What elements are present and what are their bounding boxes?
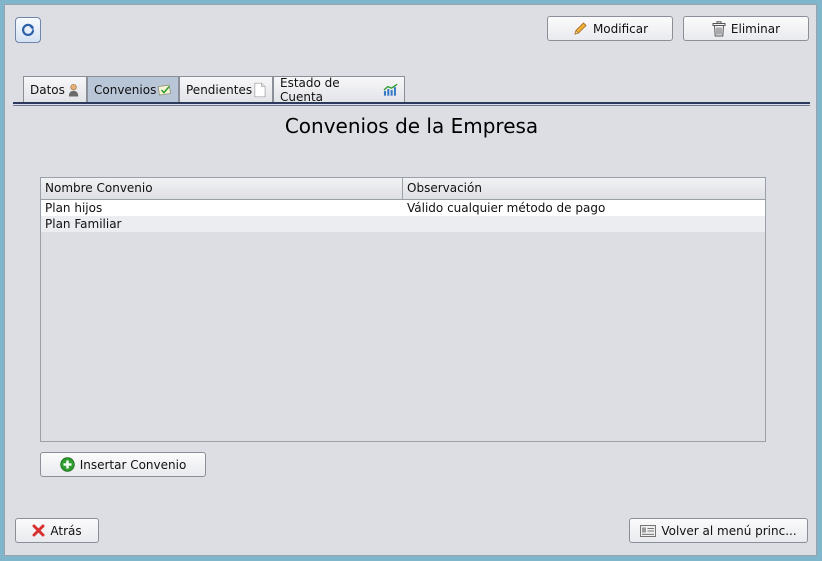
tab-datos[interactable]: Datos — [23, 76, 87, 102]
close-x-icon — [32, 524, 45, 537]
delete-button[interactable]: Eliminar — [683, 16, 809, 41]
person-icon — [68, 83, 79, 97]
modify-button[interactable]: Modificar — [547, 16, 673, 41]
back-button-label: Atrás — [50, 523, 82, 538]
agreement-icon — [158, 84, 172, 95]
table-cell-nombre: Plan hijos — [45, 201, 103, 215]
tab-estado-de-cuenta[interactable]: Estado de Cuenta — [273, 75, 405, 104]
modify-button-label: Modificar — [592, 21, 649, 36]
tab-convenios[interactable]: Convenios — [87, 76, 179, 102]
id-card-icon — [640, 524, 657, 537]
column-header-observacion[interactable]: Observación — [403, 178, 765, 199]
main-menu-button[interactable]: Volver al menú princ... — [629, 518, 808, 543]
delete-button-label: Eliminar — [730, 21, 781, 36]
trash-icon — [712, 20, 726, 36]
panel-title: Convenios de la Empresa — [284, 114, 539, 138]
tab-pendientes[interactable]: Pendientes — [179, 76, 273, 102]
table-header: Nombre Convenio Observación — [41, 178, 765, 200]
back-button[interactable]: Atrás — [15, 518, 99, 543]
main-window: Modificar Eliminar Datos Convenios Pendi… — [4, 4, 817, 556]
agreements-table: Nombre Convenio Observación Plan hijos V… — [40, 177, 766, 442]
table-cell-observacion — [403, 216, 407, 232]
table-row[interactable]: Plan hijos Válido cualquier método de pa… — [41, 200, 765, 216]
table-cell-observacion: Válido cualquier método de pago — [407, 201, 606, 215]
tab-estado-de-cuenta-label: Estado de Cuenta — [280, 75, 340, 104]
refresh-button[interactable] — [15, 17, 41, 43]
chart-icon — [383, 83, 398, 96]
pencil-icon — [574, 21, 587, 35]
tab-convenios-label: Convenios — [94, 82, 157, 97]
refresh-icon — [22, 23, 35, 36]
tab-divider — [13, 102, 810, 104]
document-icon — [254, 82, 266, 97]
table-cell-nombre: Plan Familiar — [45, 217, 122, 231]
insert-agreement-button[interactable]: Insertar Convenio — [40, 452, 206, 477]
table-row[interactable]: Plan Familiar — [41, 216, 765, 232]
add-icon — [59, 457, 75, 472]
tab-pendientes-label: Pendientes — [186, 82, 253, 97]
tab-datos-label: Datos — [30, 82, 65, 97]
tab-divider-shadow — [13, 105, 810, 106]
main-menu-label: Volver al menú princ... — [661, 523, 797, 538]
column-header-nombre[interactable]: Nombre Convenio — [41, 178, 403, 199]
insert-agreement-label: Insertar Convenio — [79, 457, 187, 472]
